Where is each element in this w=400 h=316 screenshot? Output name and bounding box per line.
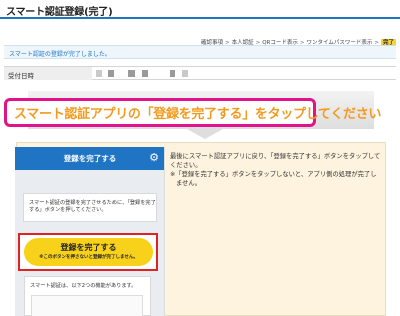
app-header: 登録を完了する ⚙ — [15, 147, 164, 170]
redacted-value — [182, 70, 188, 77]
redacted-value — [142, 70, 148, 77]
redacted-value — [96, 70, 102, 77]
complete-registration-button-label[interactable]: 登録を完了する — [24, 242, 153, 253]
app-features-card: スマート認証は、以下2つの機能があります。 — [24, 276, 151, 316]
page-title: スマート認証登録(完了) — [6, 7, 113, 18]
redacted-value — [128, 70, 135, 77]
completion-notice-text: スマート認証の登録が完了しました。 — [9, 51, 111, 58]
reception-datetime-label: 受付日時 — [4, 67, 92, 80]
title-divider — [0, 17, 400, 19]
app-features-list — [31, 295, 143, 316]
callout-arrow — [187, 129, 223, 139]
complete-registration-button-note: ※このボタンを押さないと登録が完了しません。 — [39, 255, 138, 260]
instruction-line-main: 最後にスマート認証アプリに戻り、「登録を完了する」ボタンをタップしてください。 — [170, 153, 381, 169]
app-intro-card: スマート認証の登録を完了させるために、「登録を完了する」ボタンを押してください。 — [23, 193, 157, 222]
redacted-value — [108, 70, 114, 77]
app-intro-text: スマート認証の登録を完了させるために、「登録を完了する」ボタンを押してください。 — [29, 200, 156, 213]
instruction-text: 最後にスマート認証アプリに戻り、「登録を完了する」ボタンをタップしてください。 … — [170, 152, 382, 188]
redacted-value — [170, 70, 175, 77]
callout-instruction: スマート認証アプリの「登録を完了する」をタップしてください — [14, 107, 382, 122]
instruction-line-note: ※「登録を完了する」ボタンをタップしないと、アプリ側の処理が完了しません。 — [170, 171, 377, 187]
gear-icon: ⚙ — [149, 151, 159, 164]
completion-notice: スマート認証の登録が完了しました。 — [4, 45, 396, 59]
reception-datetime-row: 受付日時 — [4, 66, 396, 80]
app-header-title: 登録を完了する — [63, 154, 117, 163]
app-features-text: スマート認証は、以下2つの機能があります。 — [30, 283, 137, 289]
